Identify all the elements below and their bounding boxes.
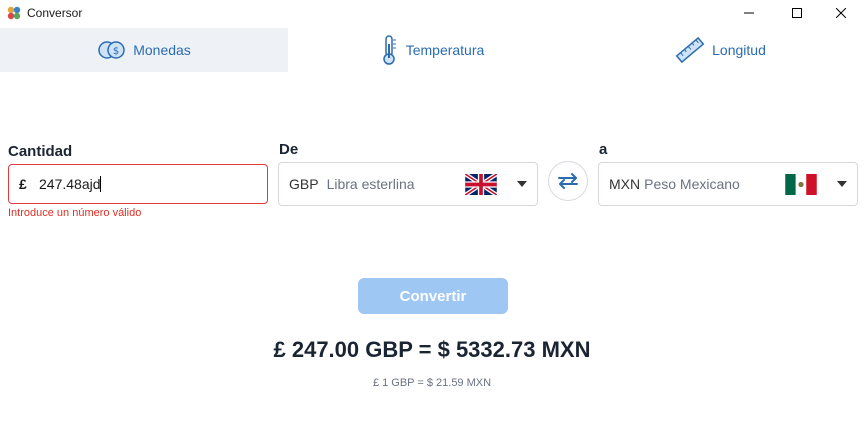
chevron-down-icon xyxy=(837,181,847,187)
tab-longitud[interactable]: Longitud xyxy=(576,28,864,72)
conversion-result: £ 247.00 GBP = $ 5332.73 MXN xyxy=(273,337,591,362)
thermometer-icon xyxy=(382,35,396,65)
amount-field[interactable]: £ 247.48ajd xyxy=(8,164,268,204)
from-currency-select[interactable]: GBP Libra esterlina xyxy=(278,162,538,206)
maximize-button[interactable] xyxy=(774,0,820,26)
window-title: Conversor xyxy=(27,6,83,20)
app-logo-icon xyxy=(7,6,21,20)
currency-symbol: £ xyxy=(19,176,27,192)
tab-monedas-label: Monedas xyxy=(133,42,191,58)
close-button[interactable] xyxy=(818,0,864,26)
tab-bar: $ Monedas Temperatura Longitud xyxy=(0,28,864,72)
tab-temperatura-label: Temperatura xyxy=(405,42,485,58)
from-currency-name: Libra esterlina xyxy=(326,176,415,192)
uk-flag-icon xyxy=(465,174,497,195)
amount-label: Cantidad xyxy=(8,143,73,160)
close-icon xyxy=(836,8,846,18)
convert-button[interactable]: Convertir xyxy=(358,278,508,314)
tab-longitud-label: Longitud xyxy=(712,42,766,58)
exchange-rate: £ 1 GBP = $ 21.59 MXN xyxy=(372,377,492,389)
from-currency-code: GBP xyxy=(289,176,319,192)
to-label: a xyxy=(599,141,608,158)
amount-error-message: Introduce un número válido xyxy=(8,207,142,219)
svg-text:$: $ xyxy=(113,46,119,57)
ruler-icon xyxy=(675,36,705,64)
minimize-icon xyxy=(744,12,754,14)
from-label: De xyxy=(279,141,299,158)
tab-temperatura[interactable]: Temperatura xyxy=(288,28,576,72)
text-caret xyxy=(99,176,101,192)
mexico-flag-icon xyxy=(785,174,817,195)
swap-currencies-button[interactable] xyxy=(548,161,588,201)
to-currency-name: Peso Mexicano xyxy=(644,176,740,192)
tab-monedas[interactable]: $ Monedas xyxy=(0,28,288,72)
maximize-icon xyxy=(792,8,802,18)
coins-icon: $ xyxy=(98,41,125,59)
amount-input[interactable]: 247.48ajd xyxy=(39,176,101,192)
chevron-down-icon xyxy=(517,181,527,187)
to-currency-select[interactable]: MXN Peso Mexicano xyxy=(598,162,858,206)
swap-arrows-icon xyxy=(558,173,578,189)
minimize-button[interactable] xyxy=(726,0,772,26)
title-bar: Conversor xyxy=(0,0,864,26)
to-currency-code: MXN xyxy=(609,176,641,192)
